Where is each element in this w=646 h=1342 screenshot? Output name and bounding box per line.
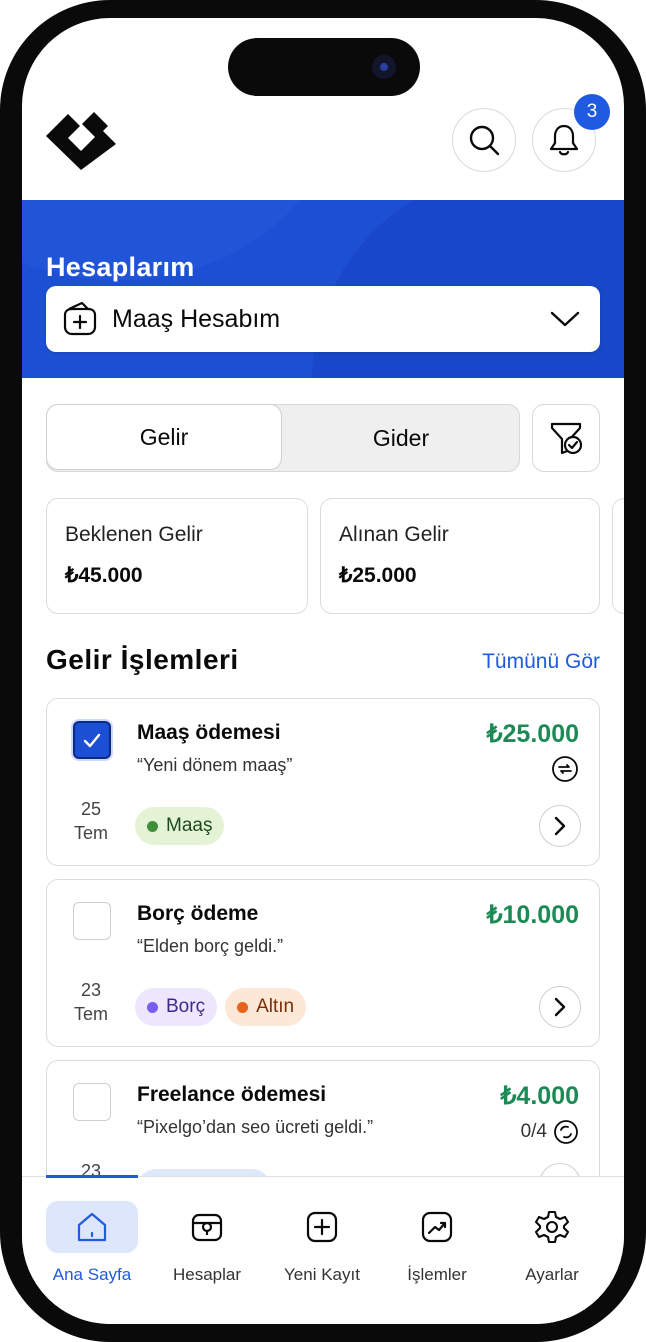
recurrence-count: 0/4 bbox=[520, 1121, 547, 1142]
trend-icon bbox=[421, 1211, 453, 1243]
stat-value: ₺45.000 bbox=[65, 564, 143, 587]
stat-card-partial bbox=[612, 498, 624, 614]
hero-title: Hesaplarım bbox=[46, 252, 195, 282]
transaction-amount: ₺10.000 bbox=[486, 901, 579, 929]
nav-label: İşlemler bbox=[407, 1265, 467, 1284]
home-icon bbox=[77, 1212, 107, 1242]
nav-settings[interactable]: Ayarlar bbox=[502, 1201, 602, 1285]
tag-altin[interactable]: Altın bbox=[225, 988, 307, 1026]
transaction-card[interactable]: Maaş ödemesi “Yeni dönem maaş” ₺25.000 2… bbox=[46, 698, 600, 866]
plus-square-icon bbox=[306, 1211, 338, 1243]
transaction-desc: “Elden borç geldi.” bbox=[137, 936, 284, 956]
tag-borc[interactable]: Borç bbox=[135, 988, 218, 1026]
chevron-right-icon bbox=[554, 997, 566, 1017]
side-button bbox=[0, 345, 6, 445]
app-logo bbox=[46, 112, 116, 170]
side-button bbox=[640, 418, 646, 578]
nav-label: Ayarlar bbox=[525, 1265, 579, 1284]
transaction-date: 25 Tem bbox=[73, 799, 108, 843]
dynamic-island bbox=[228, 38, 420, 96]
selected-account-label: Maaş Hesabım bbox=[112, 304, 281, 333]
filter-check-icon bbox=[550, 422, 583, 455]
nav-new-record[interactable]: Yeni Kayıt bbox=[272, 1201, 372, 1285]
wallet-icon bbox=[191, 1213, 223, 1242]
nav-label: Hesaplar bbox=[172, 1265, 242, 1284]
stat-value: ₺25.000 bbox=[339, 564, 417, 587]
nav-home[interactable]: Ana Sayfa bbox=[42, 1201, 142, 1285]
active-indicator bbox=[46, 1175, 138, 1178]
wallet-add-icon bbox=[63, 301, 97, 336]
transaction-date: 23 Tem bbox=[73, 980, 108, 1024]
app-screen: 3 Hesaplarım Maaş Hesabım Gelir Gider Be… bbox=[22, 18, 624, 1324]
transaction-detail-button[interactable] bbox=[539, 805, 581, 847]
search-button[interactable] bbox=[452, 108, 516, 172]
transaction-detail-button[interactable] bbox=[539, 986, 581, 1028]
tab-gelir[interactable]: Gelir bbox=[46, 404, 282, 470]
see-all-link[interactable]: Tümünü Gör bbox=[482, 650, 600, 674]
repeat-icon bbox=[552, 756, 578, 782]
chevron-right-icon bbox=[554, 816, 566, 836]
notification-badge: 3 bbox=[574, 94, 610, 130]
tag-maas[interactable]: Maaş bbox=[135, 807, 225, 845]
transaction-checkbox[interactable] bbox=[73, 902, 111, 940]
transaction-amount: ₺4.000 bbox=[500, 1082, 579, 1110]
chevron-down-icon bbox=[550, 311, 580, 327]
transaction-amount: ₺25.000 bbox=[486, 720, 579, 748]
filter-button[interactable] bbox=[532, 404, 600, 472]
nav-transactions[interactable]: İşlemler bbox=[387, 1201, 487, 1285]
gear-icon bbox=[534, 1210, 570, 1244]
recurrence-indicator bbox=[551, 755, 579, 783]
stat-label: Alınan Gelir bbox=[339, 523, 449, 546]
transaction-desc: “Pixelgo’dan seo ücreti geldi.” bbox=[137, 1117, 374, 1137]
tag-list: Maaş bbox=[135, 807, 225, 845]
tab-gider[interactable]: Gider bbox=[283, 405, 519, 471]
check-icon bbox=[83, 733, 101, 748]
transaction-name: Borç ödeme bbox=[137, 902, 259, 925]
transaction-checkbox[interactable] bbox=[73, 1083, 111, 1121]
section-title: Gelir İşlemleri bbox=[46, 644, 239, 675]
transaction-name: Freelance ödemesi bbox=[137, 1083, 327, 1106]
stat-card-received: Alınan Gelir ₺25.000 bbox=[320, 498, 600, 614]
income-expense-toggle: Gelir Gider bbox=[46, 404, 520, 472]
bell-icon bbox=[549, 124, 579, 156]
recurrence-indicator: 0/4 bbox=[521, 1119, 579, 1145]
stat-card-expected: Beklenen Gelir ₺45.000 bbox=[46, 498, 308, 614]
side-button bbox=[0, 250, 6, 300]
nav-accounts[interactable]: Hesaplar bbox=[157, 1201, 257, 1285]
side-button bbox=[0, 478, 6, 578]
account-dropdown[interactable]: Maaş Hesabım bbox=[46, 286, 600, 352]
transaction-desc: “Yeni dönem maaş” bbox=[137, 755, 293, 775]
bottom-nav: Ana Sayfa Hesaplar Yeni Kayıt İşlemler A… bbox=[22, 1175, 624, 1324]
nav-label: Yeni Kayıt bbox=[284, 1265, 360, 1284]
tag-list: Borç Altın bbox=[135, 988, 307, 1026]
refresh-icon bbox=[554, 1120, 578, 1144]
nav-label: Ana Sayfa bbox=[52, 1265, 132, 1284]
stat-label: Beklenen Gelir bbox=[65, 523, 203, 546]
transaction-name: Maaş ödemesi bbox=[137, 721, 281, 744]
transaction-card[interactable]: Borç ödeme “Elden borç geldi.” ₺10.000 2… bbox=[46, 879, 600, 1047]
transaction-checkbox[interactable] bbox=[73, 721, 111, 759]
search-icon bbox=[469, 125, 500, 156]
